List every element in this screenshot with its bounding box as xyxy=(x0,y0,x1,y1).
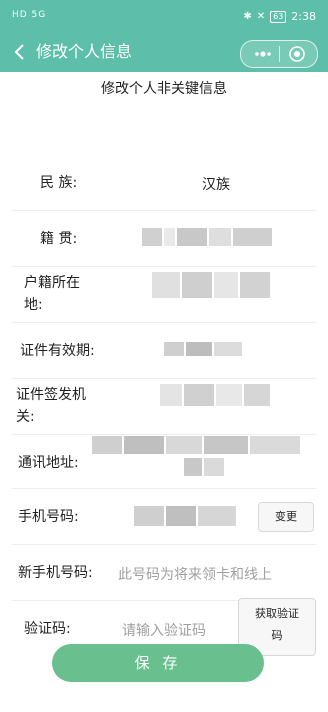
address-label: 通讯地址: xyxy=(18,455,79,471)
new-phone-row: 新手机号码: 此号码为将来领卡和线上 xyxy=(12,544,316,601)
validity-row: 证件有效期: xyxy=(12,322,316,379)
page-title: 修改个人非关键信息 xyxy=(101,81,227,97)
save-button[interactable]: 保 存 xyxy=(52,644,264,682)
ethnicity-value: 汉族 xyxy=(202,177,230,193)
mini-program-capsule xyxy=(240,40,318,68)
validity-label: 证件有效期: xyxy=(20,343,95,359)
status-right: ✱ ✕ 63 2:38 xyxy=(243,10,316,23)
issuer-label: 证件签发机 关: xyxy=(16,387,86,425)
clock: 2:38 xyxy=(291,10,316,23)
battery-indicator: 63 xyxy=(270,10,287,23)
blurred-issuer xyxy=(160,384,270,406)
new-phone-input[interactable]: 此号码为将来领卡和线上 xyxy=(118,564,316,584)
signal-indicators: HD 5G xyxy=(12,10,47,20)
nav-title: 修改个人信息 xyxy=(36,42,133,61)
phone-row: 手机号码: 变更 xyxy=(12,488,316,545)
status-bar: HD 5G ✱ ✕ 63 2:38 xyxy=(0,0,328,34)
ethnicity-label: 民 族: xyxy=(40,175,78,191)
code-input[interactable]: 请输入验证码 xyxy=(122,620,206,640)
mute-icon: ✕ xyxy=(256,11,266,22)
blurred-address-line2 xyxy=(184,458,224,476)
blurred-native-place xyxy=(142,228,272,246)
phone-label: 手机号码: xyxy=(18,509,79,525)
native-place-label: 籍 贯: xyxy=(40,231,78,247)
ethnicity-row: 民 族: 汉族 xyxy=(12,154,316,211)
blurred-address-line1 xyxy=(92,436,302,454)
more-dots-icon[interactable] xyxy=(251,45,275,63)
bluetooth-icon: ✱ xyxy=(243,11,252,22)
new-phone-label: 新手机号码: xyxy=(18,565,93,581)
target-icon[interactable] xyxy=(288,45,306,63)
address-row: 通讯地址: xyxy=(12,434,316,489)
capsule-divider xyxy=(279,46,280,62)
native-place-row: 籍 贯: xyxy=(12,210,316,267)
household-row: 户籍所在 地: xyxy=(12,266,316,323)
blurred-household xyxy=(152,272,270,298)
change-phone-button[interactable]: 变更 xyxy=(258,502,314,532)
nav-bar: 修改个人信息 xyxy=(0,34,328,72)
household-label: 户籍所在 地: xyxy=(24,275,80,313)
blurred-validity xyxy=(164,342,244,356)
issuer-row: 证件签发机 关: xyxy=(12,378,316,435)
code-label: 验证码: xyxy=(24,621,71,637)
blurred-phone xyxy=(134,506,238,526)
chevron-left-icon[interactable] xyxy=(10,42,30,62)
